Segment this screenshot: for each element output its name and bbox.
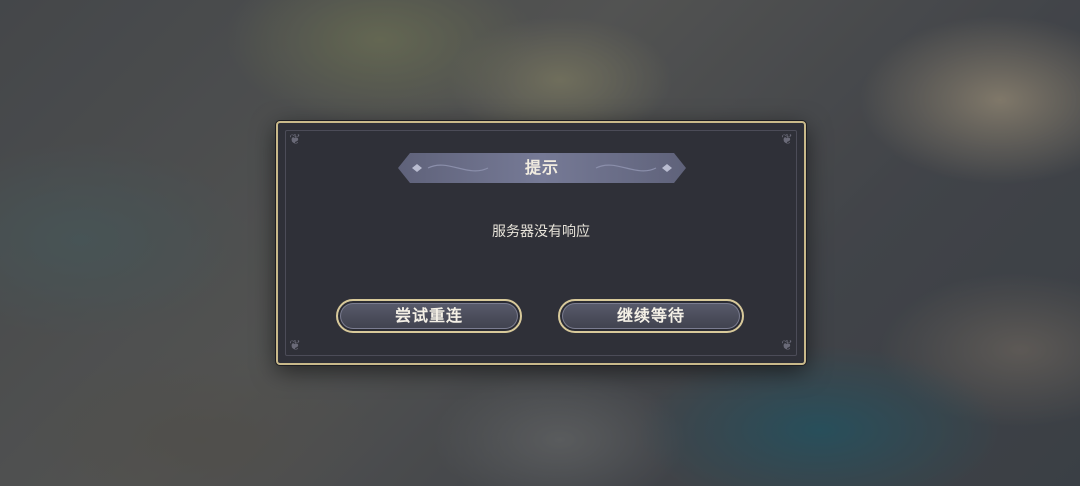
ornament-corner-icon: ❦ — [289, 132, 301, 148]
alert-dialog: ❦ ❦ ❦ ❦ 提示 服务器没有响应 尝试重连 继续等待 — [276, 121, 806, 365]
ornament-corner-icon: ❦ — [289, 338, 301, 354]
dialog-title: 提示 — [524, 158, 559, 177]
ornament-corner-icon: ❦ — [781, 132, 793, 148]
retry-connection-button[interactable]: 尝试重连 — [336, 299, 522, 333]
dialog-message: 服务器没有响应 — [492, 224, 590, 240]
ornament-corner-icon: ❦ — [781, 338, 793, 354]
dialog-title-bar: 提示 — [398, 153, 686, 183]
continue-waiting-button[interactable]: 继续等待 — [558, 299, 744, 333]
